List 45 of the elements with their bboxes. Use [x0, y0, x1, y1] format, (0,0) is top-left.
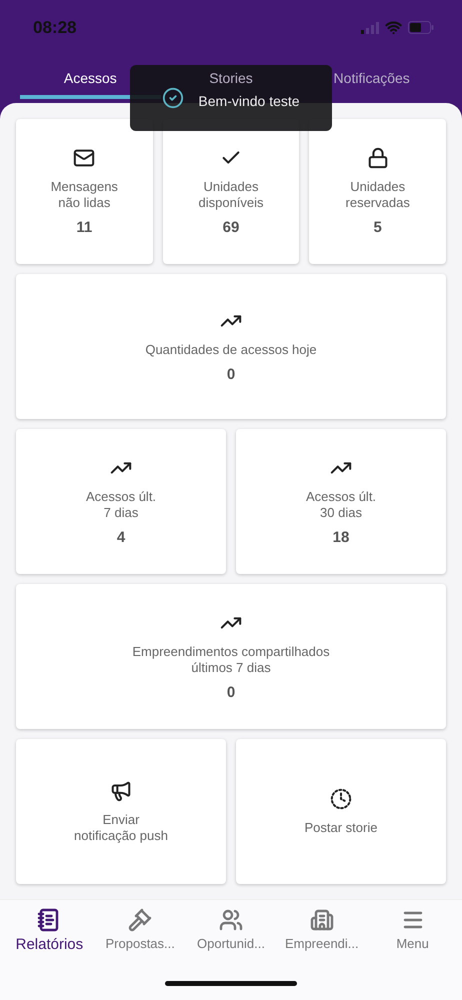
clock-icon	[330, 788, 352, 810]
toast-message: Bem-vindo teste	[198, 93, 300, 109]
stat-card[interactable]: Empreendimentos compartilhados últimos 7 dias 0	[16, 584, 446, 729]
card-label: Empreendimentos compartilhados últimos 7 dias	[132, 644, 330, 676]
tab[interactable]: Stories	[209, 61, 253, 95]
wifi-icon	[385, 19, 402, 36]
card-value: 5	[374, 219, 382, 236]
card-value: 0	[226, 366, 236, 383]
tab[interactable]: Acessos	[64, 61, 117, 95]
nav-item[interactable]: Menu	[367, 908, 458, 953]
people-icon	[218, 908, 243, 932]
card-label: Mensagens não lidas	[50, 179, 118, 211]
card-label: Acessos últ. 7 dias	[86, 489, 156, 521]
megaphone-icon	[110, 780, 132, 802]
stat-card[interactable]: Quantidades de acessos hoje 0	[16, 274, 446, 419]
card-label: Enviar notificação push	[74, 812, 168, 844]
card-label: Quantidades de acessos hoje	[145, 342, 317, 358]
signal-icon	[361, 22, 379, 34]
nav-item[interactable]: Oportunid...	[186, 908, 276, 953]
card-label: Unidades reservadas	[346, 179, 410, 211]
card-value: 0	[226, 684, 236, 701]
lock-icon	[366, 147, 389, 169]
mail-icon	[73, 147, 96, 169]
building-icon	[310, 908, 334, 932]
card-label: Unidades disponíveis	[198, 179, 264, 211]
action-card[interactable]: Postar storie	[236, 739, 446, 884]
stat-card[interactable]: Acessos últ. 30 dias 18	[236, 429, 446, 574]
stat-card[interactable]: Acessos últ. 7 dias 4	[16, 429, 226, 574]
card-value: 11	[76, 219, 92, 236]
nav-item[interactable]: Relatórios	[4, 908, 95, 953]
nav-item[interactable]: Propostas...	[94, 908, 186, 953]
status-time: 08:28	[33, 18, 76, 38]
tab[interactable]: Notificações	[334, 61, 410, 95]
nav-item[interactable]: Empreendi...	[276, 908, 368, 953]
stat-card[interactable]: Unidades reservadas 5	[309, 119, 446, 264]
card-value: 18	[332, 529, 350, 546]
gavel-icon	[128, 908, 152, 932]
card-value: 69	[222, 219, 240, 236]
action-card[interactable]: Enviar notificação push	[16, 739, 226, 884]
battery-icon	[408, 21, 434, 34]
stat-card[interactable]: Mensagens não lidas 11	[16, 119, 153, 264]
card-value: 4	[116, 529, 126, 546]
card-label: Postar storie	[304, 820, 378, 836]
card-label: Acessos últ. 30 dias	[306, 489, 376, 521]
check-circle-icon	[162, 87, 184, 109]
